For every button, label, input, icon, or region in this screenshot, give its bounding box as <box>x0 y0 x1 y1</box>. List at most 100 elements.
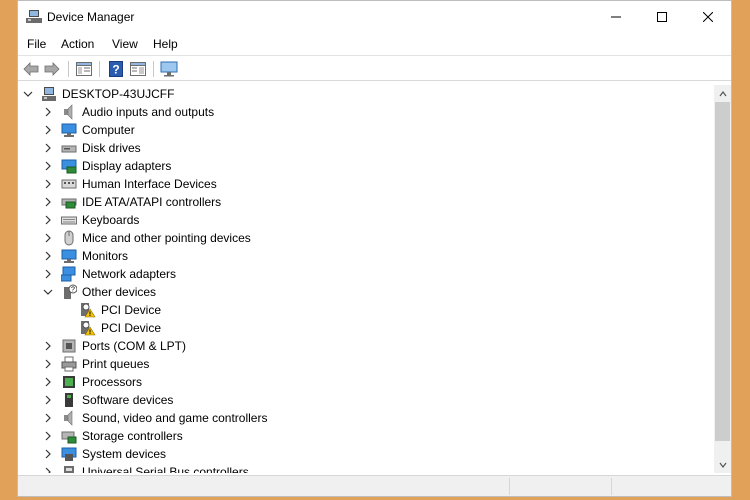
device-manager-app-icon <box>26 10 42 24</box>
menu-action[interactable]: Action <box>61 37 94 51</box>
svg-text:?: ? <box>112 63 119 77</box>
tree-child-item[interactable]: PCI Device <box>18 301 708 319</box>
tree-category-item[interactable]: Software devices <box>18 391 708 409</box>
tree-category-item[interactable]: ? Other devices <box>18 283 708 301</box>
help-icon: ? <box>109 61 123 77</box>
chevron-right-icon[interactable] <box>42 103 54 121</box>
chevron-right-icon[interactable] <box>42 427 54 445</box>
minimize-button[interactable] <box>593 1 639 33</box>
speaker-icon <box>61 410 77 426</box>
action-pane-button[interactable] <box>129 60 147 78</box>
action-pane-icon <box>130 62 146 76</box>
tree-item-label: Computer <box>82 123 135 137</box>
tree-category-item[interactable]: Display adapters <box>18 157 708 175</box>
tree-category-item[interactable]: Audio inputs and outputs <box>18 103 708 121</box>
chevron-right-icon[interactable] <box>42 193 54 211</box>
chevron-right-icon[interactable] <box>42 373 54 391</box>
ide-controller-icon <box>61 194 77 210</box>
tree-category-item[interactable]: Print queues <box>18 355 708 373</box>
tree-category-item[interactable]: Network adapters <box>18 265 708 283</box>
network-adapter-icon <box>60 266 77 282</box>
tree-item-label: Mice and other pointing devices <box>82 231 251 245</box>
tree-root[interactable]: DESKTOP-43UJCFF <box>18 85 708 103</box>
chevron-right-icon[interactable] <box>42 229 54 247</box>
back-arrow-icon <box>23 62 39 76</box>
tree-child-item[interactable]: PCI Device <box>18 319 708 337</box>
forward-button[interactable] <box>43 60 61 78</box>
vertical-scrollbar[interactable] <box>714 85 731 473</box>
tree-category-item[interactable]: Storage controllers <box>18 427 708 445</box>
printer-icon <box>61 356 77 372</box>
status-pane-divider <box>509 478 510 495</box>
keyboard-icon <box>61 212 77 228</box>
toolbar-separator <box>153 61 154 77</box>
unknown-device-icon: ? <box>61 284 78 300</box>
scroll-down-button[interactable] <box>714 456 731 473</box>
chevron-right-icon[interactable] <box>42 211 54 229</box>
chevron-down-icon[interactable] <box>42 283 54 301</box>
tree-item-label: System devices <box>82 447 167 461</box>
back-button[interactable] <box>22 60 40 78</box>
forward-arrow-icon <box>44 62 60 76</box>
tree-category-item[interactable]: Universal Serial Bus controllers <box>18 463 708 473</box>
help-button[interactable]: ? <box>107 60 125 78</box>
tree-item-label: Other devices <box>82 285 157 299</box>
scroll-up-button[interactable] <box>714 85 731 102</box>
menu-view[interactable]: View <box>112 37 138 51</box>
tree-category-item[interactable]: Mice and other pointing devices <box>18 229 708 247</box>
properties-button[interactable] <box>75 60 93 78</box>
maximize-button[interactable] <box>639 1 685 33</box>
chevron-right-icon[interactable] <box>42 355 54 373</box>
hid-icon <box>61 176 77 192</box>
chevron-down-icon <box>719 462 726 468</box>
software-device-icon <box>61 392 77 408</box>
tree-item-label: Software devices <box>82 393 174 407</box>
chevron-right-icon[interactable] <box>42 265 54 283</box>
menu-help[interactable]: Help <box>153 37 178 51</box>
tree-category-item[interactable]: Computer <box>18 121 708 139</box>
chevron-right-icon[interactable] <box>42 139 54 157</box>
chevron-right-icon[interactable] <box>42 157 54 175</box>
tree-item-label: Print queues <box>82 357 150 371</box>
scan-hardware-button[interactable] <box>160 60 178 78</box>
close-button[interactable] <box>685 1 731 33</box>
chevron-right-icon[interactable] <box>42 247 54 265</box>
tree-category-item[interactable]: System devices <box>18 445 708 463</box>
tree-category-item[interactable]: Processors <box>18 373 708 391</box>
tree-item-label: PCI Device <box>101 303 162 317</box>
minimize-icon <box>611 16 621 18</box>
tree-category-item[interactable]: Sound, video and game controllers <box>18 409 708 427</box>
menu-bar: File Action View Help <box>18 33 731 54</box>
tree-item-label: Storage controllers <box>82 429 183 443</box>
usb-icon <box>61 464 77 473</box>
tree-category-item[interactable]: Ports (COM & LPT) <box>18 337 708 355</box>
speaker-icon <box>61 104 77 120</box>
toolbar-separator <box>68 61 69 77</box>
tree-category-item[interactable]: IDE ATA/ATAPI controllers <box>18 193 708 211</box>
chevron-right-icon[interactable] <box>42 121 54 139</box>
tree-category-item[interactable]: Keyboards <box>18 211 708 229</box>
tree-item-label: Sound, video and game controllers <box>82 411 268 425</box>
tree-item-label: IDE ATA/ATAPI controllers <box>82 195 222 209</box>
scroll-thumb[interactable] <box>715 102 730 441</box>
storage-controller-icon <box>61 428 77 444</box>
chevron-down-icon[interactable] <box>22 85 34 103</box>
chevron-right-icon[interactable] <box>42 337 54 355</box>
title-bar[interactable]: Device Manager <box>18 1 731 33</box>
chevron-right-icon[interactable] <box>42 445 54 463</box>
tree-category-item[interactable]: Disk drives <box>18 139 708 157</box>
tree-item-label: Audio inputs and outputs <box>82 105 215 119</box>
computer-desktop-icon <box>41 86 57 102</box>
tree-category-item[interactable]: Monitors <box>18 247 708 265</box>
status-bar <box>18 475 731 496</box>
tree-category-item[interactable]: Human Interface Devices <box>18 175 708 193</box>
tree-item-label: Display adapters <box>82 159 172 173</box>
chevron-right-icon[interactable] <box>42 463 54 473</box>
chevron-right-icon[interactable] <box>42 175 54 193</box>
device-manager-window: Device Manager File Action View Help ? D… <box>17 0 732 497</box>
chevron-right-icon[interactable] <box>42 409 54 427</box>
menu-file[interactable]: File <box>27 37 46 51</box>
monitor-icon <box>160 61 178 77</box>
chevron-right-icon[interactable] <box>42 391 54 409</box>
status-pane-divider <box>611 478 612 495</box>
